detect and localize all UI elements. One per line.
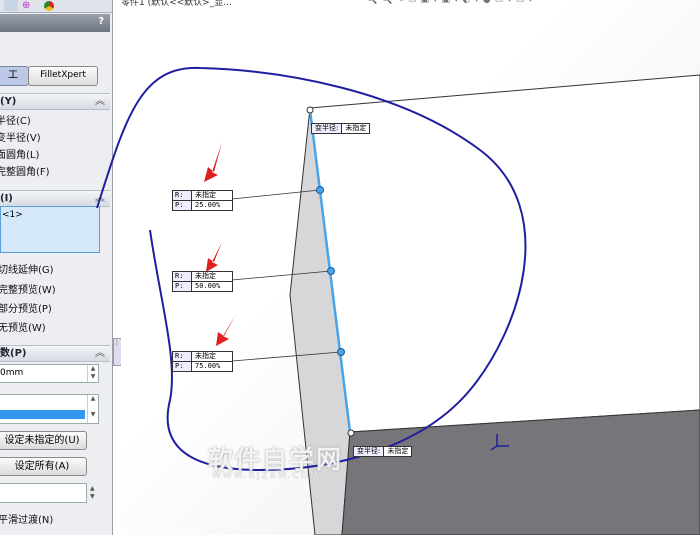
r-label: R: [173,191,192,200]
p-label: P: [173,362,192,371]
control-point[interactable] [337,348,345,356]
r-label: R: [173,352,192,361]
p-value[interactable]: 25.00% [192,201,220,210]
p-value[interactable]: 50.00% [192,282,220,291]
callout-25[interactable]: R: 未指定 P: 25.00% [172,190,233,211]
vertex-value[interactable]: 未指定 [341,124,369,133]
r-value[interactable]: 未指定 [192,191,216,200]
vertex-callout-bottom[interactable]: 变半径: 未指定 [353,446,413,457]
callout-75[interactable]: R: 未指定 P: 75.00% [172,351,233,372]
model-drawing [96,66,700,535]
vertex-point[interactable] [347,429,355,437]
callout-50[interactable]: R: 未指定 P: 50.00% [172,271,233,292]
p-label: P: [173,201,192,210]
bottom-face[interactable] [341,409,700,535]
arrow-icon [204,142,222,182]
r-value[interactable]: 未指定 [192,272,216,281]
vertex-callout-top[interactable]: 变半径: 未指定 [311,123,371,134]
red-arrow-icons [204,142,236,346]
control-point[interactable] [327,267,335,275]
vertex-point[interactable] [306,106,314,114]
vertex-label: 变半径: [354,447,384,456]
vertex-value[interactable]: 未指定 [383,447,411,456]
control-point[interactable] [316,186,324,194]
r-label: R: [173,272,192,281]
p-label: P: [173,282,192,291]
watermark-url: WWW.RJZXW.COM [212,471,320,481]
r-value[interactable]: 未指定 [192,352,216,361]
arrow-icon [216,314,236,346]
vertex-label: 变半径: [312,124,342,133]
arrow-icon [206,242,222,272]
p-value[interactable]: 75.00% [192,362,220,371]
